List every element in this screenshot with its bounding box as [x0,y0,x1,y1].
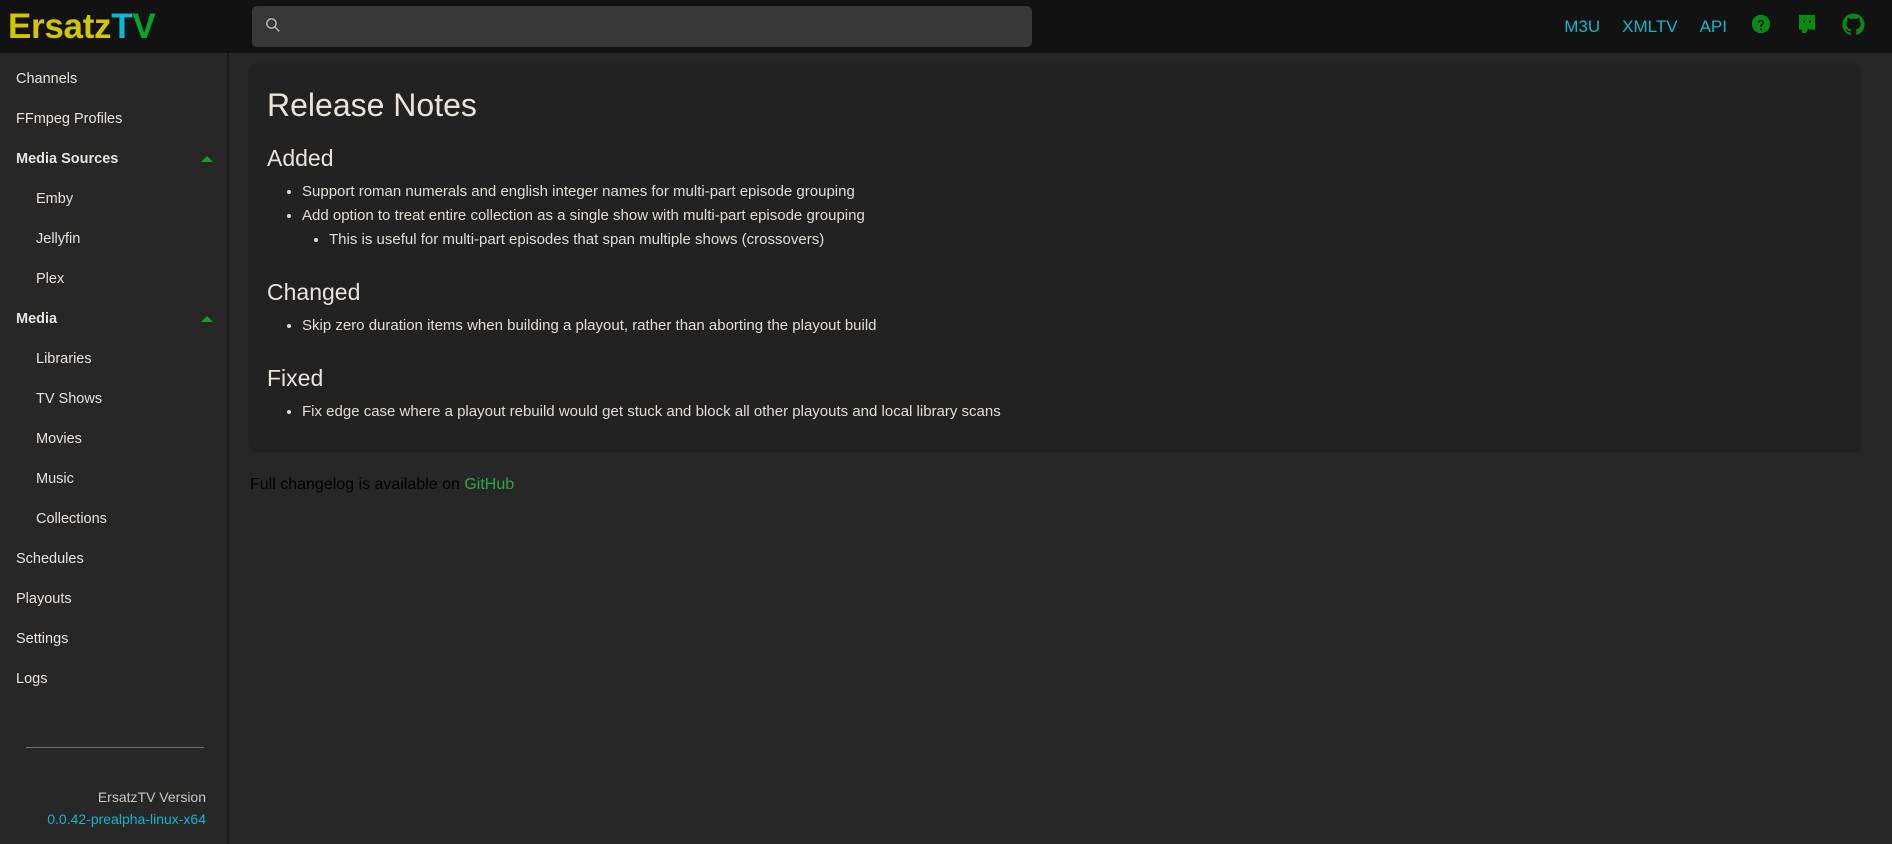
sidebar-item-libraries[interactable]: Libraries [0,339,227,379]
sidebar-group-media-sources[interactable]: Media Sources [0,139,227,179]
sidebar: Channels FFmpeg Profiles Media Sources E… [0,53,228,844]
discord-icon-button[interactable] [1784,4,1830,50]
logo-text-v: V [132,7,156,46]
sidebar-item-label: Libraries [36,351,92,367]
sidebar-item-schedules[interactable]: Schedules [0,539,227,579]
sidebar-item-label: Media [16,311,58,327]
sidebar-item-label: Playouts [16,591,72,607]
top-navigation: M3U XMLTV API [1553,0,1892,53]
changelog-prefix-text: Full changelog is available on [250,476,465,493]
sidebar-item-label: Plex [36,271,65,287]
list-item: Fix edge case where a playout rebuild wo… [302,400,1838,424]
sidebar-item-label: Channels [16,71,78,87]
sidebar-item-channels[interactable]: Channels [0,59,227,99]
sidebar-item-jellyfin[interactable]: Jellyfin [0,219,227,259]
app-root: ErsatzTV M3U XMLTV API Channels FFmpeg P… [0,0,1892,844]
list-item-text: Fix edge case where a playout rebuild wo… [302,402,1001,420]
sidebar-item-label: Collections [36,511,107,527]
list-item-text: This is useful for multi-part episodes t… [329,231,825,249]
list-item: Skip zero duration items when building a… [302,314,1838,338]
top-app-bar: ErsatzTV M3U XMLTV API [0,0,1892,53]
sidebar-item-collections[interactable]: Collections [0,499,227,539]
sidebar-divider [26,747,204,748]
section-heading: Changed [267,279,361,306]
sidebar-item-playouts[interactable]: Playouts [0,579,227,619]
release-notes-card: Release Notes Added Support roman numera… [250,64,1860,450]
release-notes-list: Skip zero duration items when building a… [266,314,1838,338]
search-box[interactable] [252,6,1032,47]
sidebar-item-label: TV Shows [36,391,103,407]
list-item: Support roman numerals and english integ… [302,180,1838,204]
sidebar-item-movies[interactable]: Movies [0,419,227,459]
sidebar-item-logs[interactable]: Logs [0,659,227,699]
app-logo[interactable]: ErsatzTV [0,9,228,44]
sidebar-item-label: Settings [16,631,69,647]
release-notes-sublist: This is useful for multi-part episodes t… [302,228,1838,252]
logo-text-ersatz: Ersatz [8,7,112,46]
release-section-changed: Changed Skip zero duration items when bu… [266,278,1838,338]
chevron-up-icon [201,156,213,162]
help-circle-icon-button[interactable] [1738,4,1784,50]
list-item-text: Support roman numerals and english integ… [302,183,855,201]
list-item: This is useful for multi-part episodes t… [329,228,1838,252]
release-notes-list: Fix edge case where a playout rebuild wo… [266,400,1838,424]
sidebar-item-ffmpeg-profiles[interactable]: FFmpeg Profiles [0,99,227,139]
version-label: ErsatzTV Version [97,789,206,805]
list-item-text: Add option to treat entire collection as… [302,207,865,225]
sidebar-item-label: Emby [36,191,74,207]
release-section-fixed: Fixed Fix edge case where a playout rebu… [266,364,1838,424]
github-icon [1841,12,1865,41]
chevron-up-icon [201,316,213,322]
nav-link-api[interactable]: API [1689,12,1738,41]
nav-link-xmltv[interactable]: XMLTV [1611,12,1688,41]
changelog-note: Full changelog is available on GitHub [250,476,1450,494]
sidebar-item-plex[interactable]: Plex [0,259,227,299]
sidebar-item-label: Media Sources [16,151,119,167]
github-icon-button[interactable] [1830,4,1876,50]
discord-icon [1796,13,1818,40]
help-circle-icon [1750,13,1772,40]
sidebar-item-label: FFmpeg Profiles [16,111,123,127]
list-item-text: Skip zero duration items when building a… [302,316,877,334]
sidebar-item-tv-shows[interactable]: TV Shows [0,379,227,419]
changelog-github-link[interactable]: GitHub [464,476,514,493]
search-icon [264,16,281,38]
sidebar-item-label: Jellyfin [36,231,81,247]
release-section-added: Added Support roman numerals and english… [266,144,1838,252]
sidebar-item-label: Music [36,471,74,487]
page-title: Release Notes [267,87,477,123]
sidebar-group-media[interactable]: Media [0,299,227,339]
sidebar-footer: ErsatzTV Version 0.0.42-prealpha-linux-x… [0,747,227,830]
version-value-link[interactable]: 0.0.42-prealpha-linux-x64 [22,808,206,830]
main-content: Release Notes Added Support roman numera… [229,53,1892,844]
sidebar-item-label: Schedules [16,551,84,567]
sidebar-item-label: Movies [36,431,82,447]
sidebar-item-music[interactable]: Music [0,459,227,499]
list-item: Add option to treat entire collection as… [302,204,1838,252]
release-notes-list: Support roman numerals and english integ… [266,180,1838,252]
nav-link-m3u[interactable]: M3U [1553,12,1611,41]
section-heading: Added [267,145,334,172]
sidebar-item-settings[interactable]: Settings [0,619,227,659]
section-heading: Fixed [267,364,324,391]
search-input[interactable] [291,6,1020,47]
sidebar-item-label: Logs [16,671,48,687]
logo-text-t: T [111,7,133,46]
sidebar-nav-list: Channels FFmpeg Profiles Media Sources E… [0,53,227,699]
sidebar-item-emby[interactable]: Emby [0,179,227,219]
